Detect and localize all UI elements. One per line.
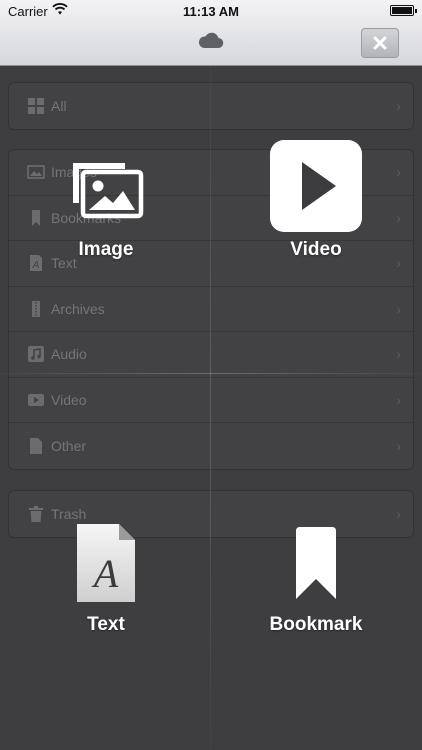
chevron-right-icon: ›: [396, 300, 401, 317]
archive-icon: [32, 300, 40, 317]
top-bar: Carrier 11:13 AM: [0, 0, 422, 66]
grid-icon: [28, 97, 44, 114]
add-video-button[interactable]: Video: [216, 140, 416, 270]
list-item-all[interactable]: All ›: [9, 83, 413, 129]
close-icon: [373, 36, 387, 50]
video-icon: [28, 393, 44, 406]
group-all: All ›: [8, 82, 414, 130]
list-item-archives[interactable]: Archives ›: [9, 287, 413, 332]
divider-horizontal: [0, 373, 422, 374]
cloud-icon: [198, 32, 224, 49]
text-file-icon: A: [77, 524, 135, 602]
add-text-label: Text: [87, 614, 125, 635]
play-icon: [270, 140, 362, 232]
list-item-other[interactable]: Other ›: [9, 423, 413, 469]
status-bar: Carrier 11:13 AM: [0, 0, 422, 22]
chevron-right-icon: ›: [396, 391, 401, 408]
app-screen: Carrier 11:13 AM All › › Bookmarks › A T…: [0, 0, 422, 750]
chevron-right-icon: ›: [396, 437, 401, 454]
add-video-label: Video: [290, 239, 342, 260]
list-item-label: Audio: [51, 346, 87, 363]
svg-text:A: A: [91, 551, 119, 596]
file-icon: [30, 437, 42, 454]
close-button[interactable]: [361, 28, 399, 58]
divider-vertical: [210, 66, 211, 750]
list-item-label: Other: [51, 437, 87, 454]
add-bookmark-button[interactable]: Bookmark: [216, 520, 416, 640]
add-text-button[interactable]: A Text: [6, 520, 206, 640]
list-item-label: Archives: [51, 300, 105, 317]
add-bookmark-label: Bookmark: [269, 614, 363, 635]
list-item-audio[interactable]: Audio ›: [9, 332, 413, 378]
add-image-label: Image: [78, 239, 134, 260]
list-item-label: All: [51, 97, 67, 114]
chevron-right-icon: ›: [396, 346, 401, 363]
list-item-label: Video: [51, 391, 87, 408]
image-icon: [73, 163, 144, 219]
status-time: 11:13 AM: [183, 4, 239, 19]
audio-icon: [28, 346, 44, 363]
chevron-right-icon: ›: [396, 97, 401, 114]
list-item-video[interactable]: Video ›: [9, 378, 413, 423]
add-image-button[interactable]: Image: [6, 140, 206, 270]
battery-icon: [390, 5, 417, 16]
bookmark-icon: [296, 527, 336, 599]
